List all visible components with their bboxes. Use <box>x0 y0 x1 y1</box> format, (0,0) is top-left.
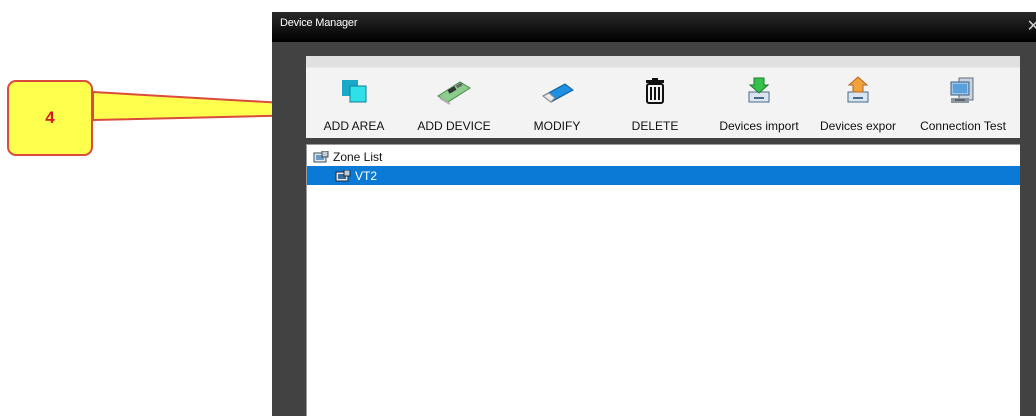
window-title: Device Manager <box>280 17 358 29</box>
devices-import-button[interactable]: Devices import <box>708 56 810 138</box>
add-area-icon <box>342 80 367 103</box>
tree-root-label: Zone List <box>333 149 383 164</box>
device-manager-window: Device Manager ✕ ADD AREA ADD DEVICE MOD… <box>272 12 1036 416</box>
callout-number: 4 <box>45 108 55 127</box>
connection-test-button[interactable]: Connection Test <box>906 56 1020 138</box>
trash-icon <box>646 78 664 104</box>
tree-item-label: VT2 <box>355 168 378 183</box>
zone-list-icon <box>313 150 329 162</box>
add-area-label: ADD AREA <box>323 119 385 133</box>
add-device-button[interactable]: ADD DEVICE <box>402 56 506 138</box>
title-bar: Device Manager ✕ <box>272 12 1036 42</box>
zone-tree: Zone List VT2 <box>306 144 1020 416</box>
modify-label: MODIFY <box>533 119 581 133</box>
connection-test-label: Connection Test <box>920 119 1006 133</box>
tree-item-vt2[interactable]: VT2 <box>307 166 1020 185</box>
delete-button[interactable]: DELETE <box>608 56 702 138</box>
add-device-label: ADD DEVICE <box>417 119 491 133</box>
devices-import-label: Devices import <box>719 119 799 133</box>
window-body: ADD AREA ADD DEVICE MODIFY DELETE Device… <box>272 42 1036 416</box>
close-button[interactable]: ✕ <box>1027 18 1036 34</box>
toolbar: ADD AREA ADD DEVICE MODIFY DELETE Device… <box>306 56 1020 138</box>
devices-export-label: Devices expor <box>819 119 897 133</box>
add-device-icon <box>437 81 471 105</box>
import-icon <box>748 77 770 103</box>
modify-icon <box>542 83 574 103</box>
delete-label: DELETE <box>631 119 679 133</box>
devices-export-button[interactable]: Devices expor <box>810 56 906 138</box>
zone-icon <box>335 169 351 181</box>
add-area-button[interactable]: ADD AREA <box>306 56 402 138</box>
callout-badge: 4 <box>7 80 93 156</box>
tree-root-row[interactable]: Zone List <box>307 147 1020 166</box>
export-icon <box>847 76 869 103</box>
modify-button[interactable]: MODIFY <box>506 56 608 138</box>
connection-test-icon <box>950 77 974 103</box>
